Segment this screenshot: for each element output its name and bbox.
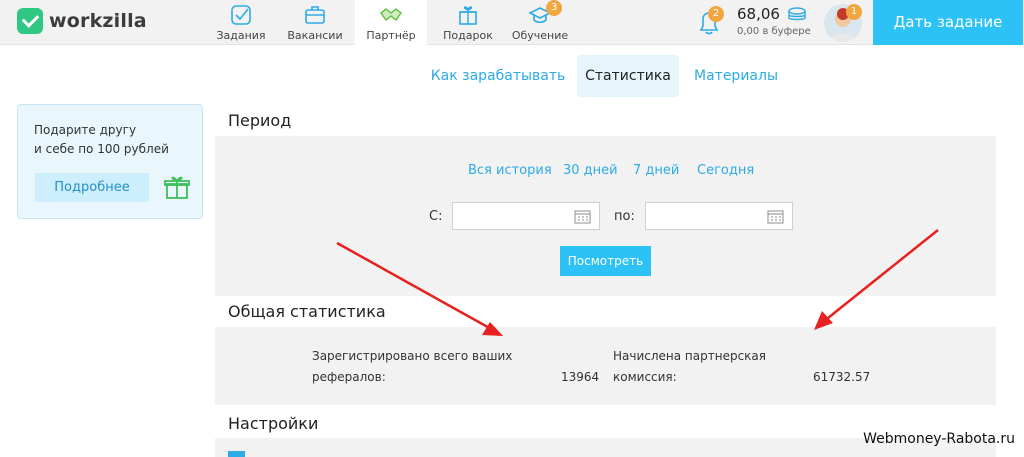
annotation-arrow-right xyxy=(822,229,939,323)
annotation-arrowhead-left xyxy=(482,322,503,336)
annotation-arrow-left xyxy=(336,241,494,332)
annotation-arrows xyxy=(336,229,939,336)
watermark: Webmoney-Rabota.ru xyxy=(863,431,1015,447)
page: workzilla Задания Вакансии Партнёр Подар xyxy=(0,0,1024,457)
annotation-arrowhead-right xyxy=(814,311,833,330)
